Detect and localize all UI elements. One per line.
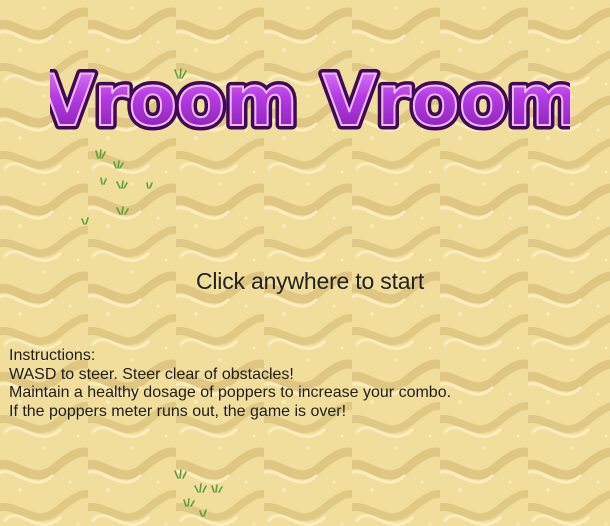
game-title-logo: Vroom Vroom Vroom Vroom (50, 58, 570, 147)
instruction-line: WASD to steer. Steer clear of obstacles! (9, 365, 294, 383)
page-title: Vroom Vroom (50, 60, 570, 142)
instruction-line: Maintain a healthy dosage of poppers to … (9, 384, 452, 401)
instruction-line: If the poppers meter runs out, the game … (9, 402, 347, 420)
start-prompt[interactable]: Click anywhere to start (0, 268, 610, 295)
instructions-panel: Instructions: WASD to steer. Steer clear… (9, 347, 451, 421)
instructions-heading: Instructions: (9, 347, 96, 364)
